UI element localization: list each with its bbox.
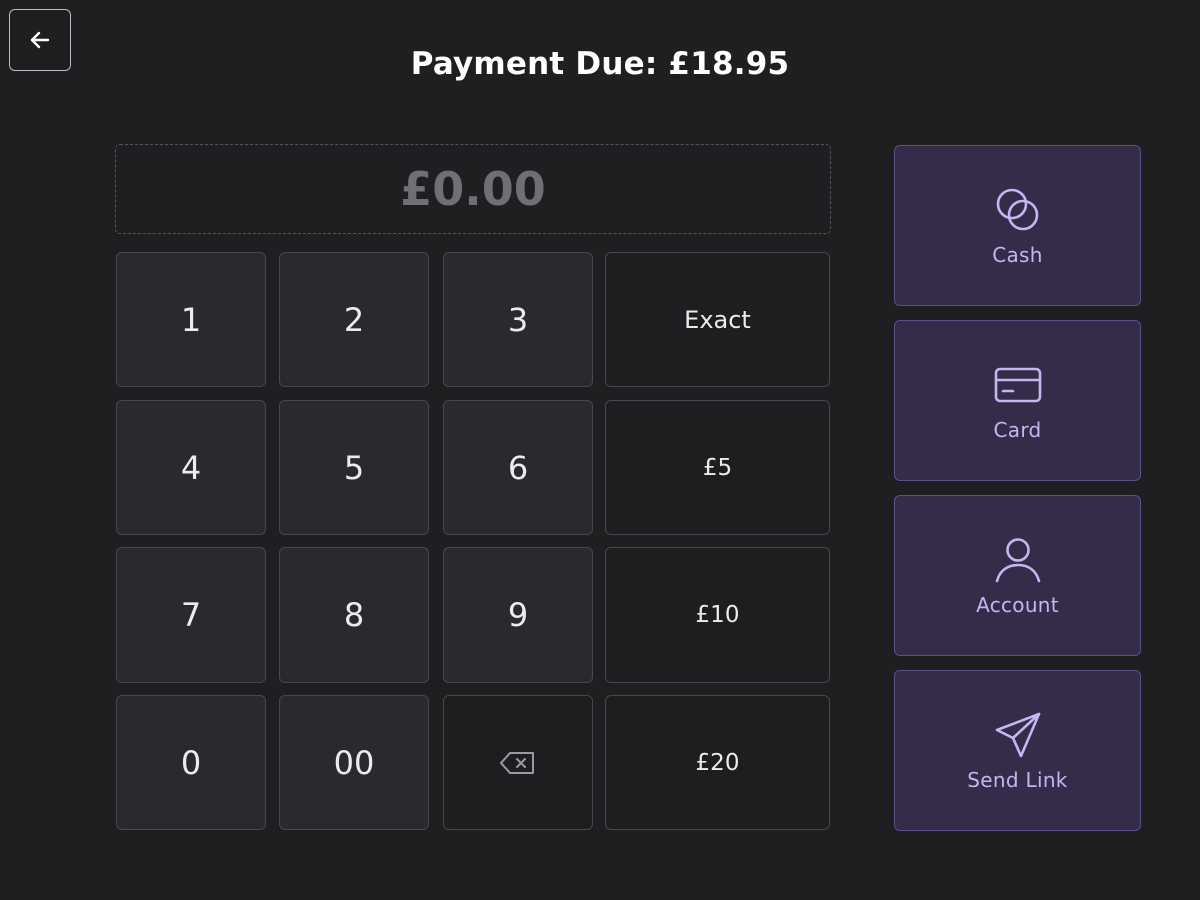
account-label: Account bbox=[976, 592, 1059, 617]
send-icon bbox=[995, 712, 1040, 757]
backspace-icon bbox=[500, 751, 534, 774]
cash-button[interactable]: Cash bbox=[894, 145, 1141, 306]
account-button[interactable]: Account bbox=[894, 495, 1141, 656]
card-button[interactable]: Card bbox=[894, 320, 1141, 481]
quick-amount-10-button[interactable]: £10 bbox=[605, 547, 830, 683]
cash-label: Cash bbox=[992, 242, 1043, 267]
key-2[interactable]: 2 bbox=[279, 252, 429, 387]
key-9[interactable]: 9 bbox=[443, 547, 593, 683]
card-label: Card bbox=[993, 417, 1042, 442]
key-4[interactable]: 4 bbox=[116, 400, 266, 535]
key-3[interactable]: 3 bbox=[443, 252, 593, 387]
page-title: Payment Due: £18.95 bbox=[410, 46, 790, 82]
backspace-button[interactable] bbox=[443, 695, 593, 830]
coins-icon bbox=[996, 188, 1038, 230]
user-icon bbox=[995, 537, 1040, 582]
key-5[interactable]: 5 bbox=[279, 400, 429, 535]
exact-amount-button[interactable]: Exact bbox=[605, 252, 830, 387]
send-link-label: Send Link bbox=[967, 767, 1068, 792]
key-8[interactable]: 8 bbox=[279, 547, 429, 683]
key-0[interactable]: 0 bbox=[116, 695, 266, 830]
amount-display: £0.00 bbox=[115, 144, 831, 234]
key-6[interactable]: 6 bbox=[443, 400, 593, 535]
key-7[interactable]: 7 bbox=[116, 547, 266, 683]
send-link-button[interactable]: Send Link bbox=[894, 670, 1141, 831]
key-1[interactable]: 1 bbox=[116, 252, 266, 387]
quick-amount-5-button[interactable]: £5 bbox=[605, 400, 830, 535]
credit-card-icon bbox=[994, 367, 1041, 402]
payment-screen: Payment Due: £18.95 £0.00 1 2 3 Exact 4 … bbox=[0, 0, 1200, 900]
key-00[interactable]: 00 bbox=[279, 695, 429, 830]
quick-amount-20-button[interactable]: £20 bbox=[605, 695, 830, 830]
